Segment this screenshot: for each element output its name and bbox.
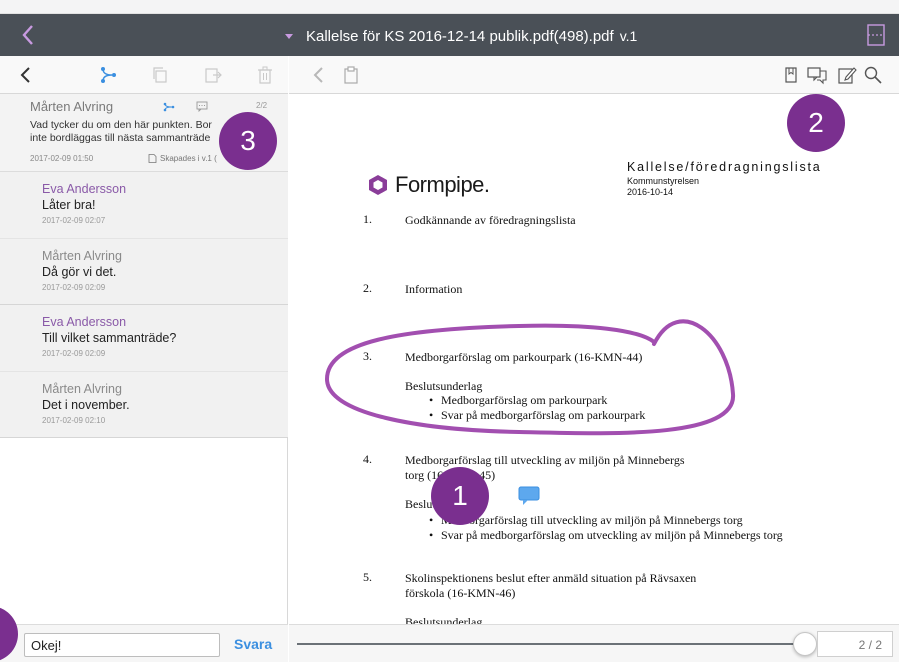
agenda-subheading: Beslutsunderlag <box>405 379 483 393</box>
agenda-number: 3. <box>363 349 372 363</box>
clipboard-icon[interactable] <box>341 65 361 85</box>
reply-text: Då gör vi det. <box>42 265 117 279</box>
replies-list: Eva Andersson Låter bra! 2017-02-09 02:0… <box>0 172 288 438</box>
reply-item[interactable]: Eva Andersson Till vilket sammanträde? 2… <box>0 305 288 371</box>
page-slider-knob[interactable] <box>793 632 817 656</box>
agenda-text: Godkännande av föredragningslista <box>405 213 576 227</box>
thread-author: Mårten Alvring <box>30 99 114 114</box>
reply-item[interactable]: Mårten Alvring Det i november. 2017-02-0… <box>0 371 288 437</box>
document-title-text: Kallelse för KS 2016-12-14 publik.pdf(49… <box>306 27 614 45</box>
back-icon[interactable] <box>18 22 40 48</box>
agenda-text: Medborgarförslag till utveckling av milj… <box>405 453 685 467</box>
document-version: v.1 <box>619 28 638 44</box>
agenda-bullet: Svar på medborgarförslag om utveckling a… <box>429 528 783 543</box>
reply-date: 2017-02-09 02:07 <box>42 216 106 225</box>
fit-page-icon[interactable] <box>865 23 887 47</box>
branch-icon <box>163 102 175 112</box>
agenda-subheading: Beslutsunderlag <box>405 615 483 624</box>
document-date: 2016-10-14 <box>627 187 674 197</box>
reply-date: 2017-02-09 02:09 <box>42 283 106 292</box>
reply-date: 2017-02-09 02:09 <box>42 349 106 358</box>
reply-input[interactable] <box>24 633 220 657</box>
document-title[interactable]: Kallelse för KS 2016-12-14 publik.pdf(49… <box>282 25 637 47</box>
previous-icon[interactable] <box>309 65 329 85</box>
callout-2: 2 <box>787 94 845 152</box>
reply-group: Eva Andersson Låter bra! 2017-02-09 02:0… <box>0 172 288 305</box>
reply-date: 2017-02-09 02:10 <box>42 416 106 425</box>
reply-text: Till vilket sammanträde? <box>42 331 177 345</box>
agenda-text-continued: förskola (16-KMN-46) <box>405 586 516 600</box>
logo-text: Formpipe. <box>395 172 490 197</box>
document-icon <box>148 154 157 163</box>
reply-author: Eva Andersson <box>42 315 127 329</box>
agenda-text: Skolinspektionens beslut efter anmäld si… <box>405 571 697 585</box>
reply-group: Eva Andersson Till vilket sammanträde? 2… <box>0 305 288 438</box>
document-org: Kommunstyrelsen <box>627 176 700 186</box>
viewer-toolbar <box>289 56 899 94</box>
pager-bar: 2 / 2 <box>289 624 899 662</box>
title-bar: Kallelse för KS 2016-12-14 publik.pdf(49… <box>0 0 899 56</box>
copy-icon[interactable] <box>150 65 170 85</box>
document-page[interactable]: Formpipe. Kallelse/föredragningslista Ko… <box>289 94 899 624</box>
thread-date: 2017-02-09 01:50 <box>30 154 94 163</box>
comment-marker-icon[interactable] <box>518 486 540 506</box>
document-heading: Kallelse/föredragningslista <box>627 160 822 174</box>
back-icon[interactable] <box>16 65 36 85</box>
reply-item[interactable]: Mårten Alvring Då gör vi det. 2017-02-09… <box>0 238 288 304</box>
reply-author: Mårten Alvring <box>42 249 122 263</box>
annotate-icon[interactable] <box>837 65 857 85</box>
search-icon[interactable] <box>863 65 883 85</box>
agenda-number: 4. <box>363 452 372 466</box>
page-indicator[interactable]: 2 / 2 <box>817 631 893 657</box>
agenda-number: 5. <box>363 570 372 584</box>
agenda-text: Medborgarförslag om parkourpark (16-KMN-… <box>405 350 643 364</box>
callout-3: 3 <box>219 112 277 170</box>
agenda-text: Information <box>405 282 463 296</box>
app-root: Kallelse för KS 2016-12-14 publik.pdf(49… <box>0 0 899 662</box>
agenda-number: 1. <box>363 212 372 226</box>
agenda-bullet: Svar på medborgarförslag om parkourpark <box>429 408 645 423</box>
page-slider-track[interactable] <box>297 643 805 645</box>
agenda-number: 2. <box>363 281 372 295</box>
reply-text: Det i november. <box>42 398 130 412</box>
branch-icon[interactable] <box>98 65 118 85</box>
chevron-down-icon <box>285 34 293 39</box>
created-in-version: Skapades i v.1 ( <box>148 154 217 163</box>
reply-text: Låter bra! <box>42 198 96 212</box>
reply-bar: Svara <box>0 624 288 662</box>
status-strip <box>0 0 899 14</box>
thread-count: 2/2 <box>256 101 268 110</box>
created-label: Skapades i v.1 ( <box>160 154 217 163</box>
comments-icon[interactable] <box>807 65 827 85</box>
move-icon[interactable] <box>203 65 223 85</box>
formpipe-logo-icon <box>369 175 387 195</box>
comment-icon <box>196 101 208 112</box>
reply-send-button[interactable]: Svara <box>234 636 272 652</box>
agenda-bullet: Medborgarförslag om parkourpark <box>429 393 607 408</box>
reply-author: Mårten Alvring <box>42 382 122 396</box>
comments-toolbar <box>0 56 288 94</box>
callout-1: 1 <box>431 467 489 525</box>
company-logo: Formpipe. <box>367 172 490 198</box>
trash-icon[interactable] <box>255 65 275 85</box>
reply-author: Eva Andersson <box>42 182 127 196</box>
bookmark-icon[interactable] <box>781 65 801 85</box>
reply-item[interactable]: Eva Andersson Låter bra! 2017-02-09 02:0… <box>0 172 288 238</box>
agenda-bullet: Medborgarförslag till utveckling av milj… <box>429 513 743 528</box>
